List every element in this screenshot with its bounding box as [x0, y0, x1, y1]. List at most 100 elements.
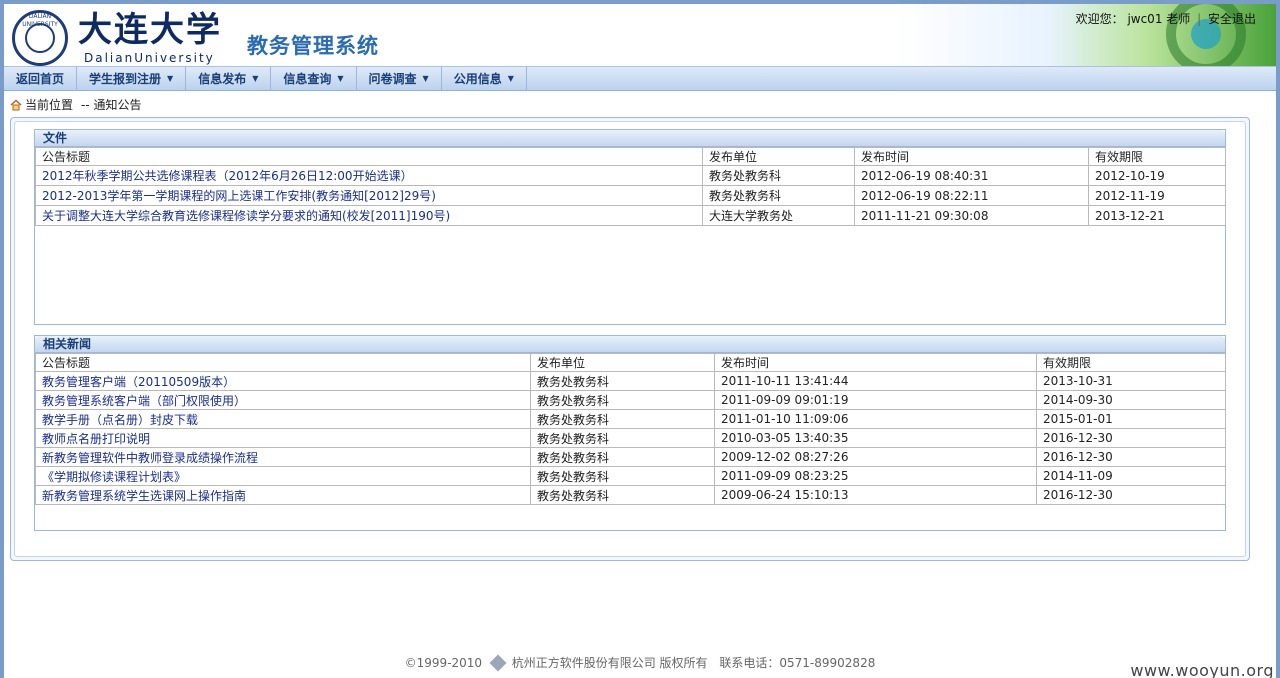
publish-time-cell: 2012-06-19 08:40:31	[854, 165, 1089, 186]
expiry-cell: 2012-11-19	[1088, 185, 1226, 206]
table-row: 教务管理系统客户端（部门权限使用） 教务处教务科 2011-09-09 09:01:…	[35, 390, 1226, 410]
publisher-cell: 教务处教务科	[530, 390, 715, 410]
nav-item-label: 问卷调查	[368, 72, 417, 86]
table-row: 新教务管理系统学生选课网上操作指南 教务处教务科 2009-06-24 15:10:…	[35, 485, 1226, 505]
expiry-cell: 2013-10-31	[1036, 371, 1226, 391]
files-section: 文件 公告标题 发布单位 发布时间 有效期限 2012年秋季学期公共选修课程表（201…	[34, 129, 1226, 325]
company-logo-icon	[489, 654, 507, 672]
footer-copyright: ©1999-2010	[404, 656, 483, 670]
publish-time-cell: 2011-09-09 09:01:19	[714, 390, 1037, 410]
table-row: 关于调整大连大学综合教育选修课程修读学分要求的通知(校发[2011]190号) 大…	[35, 205, 1226, 226]
publish-time-cell: 2011-10-11 13:41:44	[714, 371, 1037, 391]
notice-title-link[interactable]: 关于调整大连大学综合教育选修课程修读学分要求的通知(校发[2011]190号)	[35, 205, 703, 226]
university-name-en: DalianUniversity	[84, 51, 215, 65]
publisher-cell: 教务处教务科	[702, 185, 855, 206]
publisher-cell: 教务处教务科	[530, 371, 715, 391]
publisher-cell: 教务处教务科	[530, 409, 715, 429]
notice-title-link[interactable]: 教师点名册打印说明	[35, 428, 531, 448]
files-table: 公告标题 发布单位 发布时间 有效期限 2012年秋季学期公共选修课程表（2012年6…	[35, 147, 1226, 226]
table-row: 《学期拟修读课程计划表》 教务处教务科 2011-09-09 08:23:25 201…	[35, 466, 1226, 486]
publisher-cell: 教务处教务科	[530, 447, 715, 467]
content-panel: 文件 公告标题 发布单位 发布时间 有效期限 2012年秋季学期公共选修课程表（201…	[10, 117, 1250, 561]
news-column-header: 有效期限	[1036, 353, 1226, 372]
nav-item-0[interactable]: 返回首页	[4, 67, 78, 91]
publish-time-cell: 2011-11-21 09:30:08	[854, 205, 1089, 226]
nav-item-label: 学生报到注册	[89, 72, 162, 86]
nav-item-3[interactable]: 信息查询 ▼	[271, 67, 357, 91]
logout-link[interactable]: 安全退出	[1208, 12, 1256, 26]
table-row: 2012-2013学年第一学期课程的网上选课工作安排(教务通知[2012]29号…	[35, 185, 1226, 206]
breadcrumb: 当前位置 -- 通知公告	[10, 96, 142, 114]
publish-time-cell: 2012-06-19 08:22:11	[854, 185, 1089, 206]
news-section-title: 相关新闻	[35, 336, 1225, 353]
notice-title-link[interactable]: 新教务管理软件中教师登录成绩操作流程	[35, 447, 531, 467]
notice-title-link[interactable]: 2012-2013学年第一学期课程的网上选课工作安排(教务通知[2012]29号…	[35, 185, 703, 206]
table-row: 教学手册（点名册）封皮下载 教务处教务科 2011-01-10 11:09:06 20…	[35, 409, 1226, 429]
expiry-cell: 2013-12-21	[1088, 205, 1226, 226]
header: DALIAN UNIVERSITY 大连大学 DalianUniversity …	[4, 4, 1276, 66]
files-column-header: 公告标题	[35, 147, 703, 166]
publisher-cell: 大连大学教务处	[702, 205, 855, 226]
publisher-cell: 教务处教务科	[530, 485, 715, 505]
home-icon	[10, 99, 22, 111]
expiry-cell: 2015-01-01	[1036, 409, 1226, 429]
expiry-cell: 2016-12-30	[1036, 485, 1226, 505]
publish-time-cell: 2011-09-09 08:23:25	[714, 466, 1037, 486]
breadcrumb-path: -- 通知公告	[81, 98, 142, 112]
chevron-down-icon: ▼	[252, 74, 259, 83]
news-column-header: 公告标题	[35, 353, 531, 372]
notice-title-link[interactable]: 《学期拟修读课程计划表》	[35, 466, 531, 486]
footer-phone: 联系电话：0571-89902828	[719, 656, 876, 670]
expiry-cell: 2014-11-09	[1036, 466, 1226, 486]
expiry-cell: 2016-12-30	[1036, 428, 1226, 448]
system-title: 教务管理系统	[247, 34, 379, 58]
breadcrumb-label: 当前位置	[25, 98, 74, 112]
expiry-cell: 2012-10-19	[1088, 165, 1226, 186]
publisher-cell: 教务处教务科	[530, 428, 715, 448]
chevron-down-icon: ▼	[422, 74, 429, 83]
main-nav: 返回首页 学生报到注册 ▼ 信息发布 ▼ 信息查询 ▼ 问卷调查 ▼ 公用信息 ▼	[4, 66, 1276, 91]
university-seal-logo: DALIAN UNIVERSITY	[12, 10, 68, 66]
welcome-label: 欢迎您：	[1075, 12, 1124, 26]
files-column-header: 有效期限	[1088, 147, 1226, 166]
footer: ©1999-2010 杭州正方软件股份有限公司 版权所有 联系电话：0571-8…	[4, 654, 1276, 672]
publisher-cell: 教务处教务科	[530, 466, 715, 486]
publish-time-cell: 2009-12-02 08:27:26	[714, 447, 1037, 467]
chevron-down-icon: ▼	[167, 74, 174, 83]
table-row: 2012年秋季学期公共选修课程表（2012年6月26日12:00开始选课） 教务处…	[35, 165, 1226, 186]
news-section: 相关新闻 公告标题 发布单位 发布时间 有效期限 教务管理客户端（20110509版本…	[34, 335, 1226, 531]
files-column-header: 发布单位	[702, 147, 855, 166]
chevron-down-icon: ▼	[337, 74, 344, 83]
userbar-separator: |	[1197, 12, 1202, 26]
files-column-header: 发布时间	[854, 147, 1089, 166]
publish-time-cell: 2011-01-10 11:09:06	[714, 409, 1037, 429]
notice-title-link[interactable]: 新教务管理系统学生选课网上操作指南	[35, 485, 531, 505]
expiry-cell: 2014-09-30	[1036, 390, 1226, 410]
news-column-header: 发布时间	[714, 353, 1037, 372]
chevron-down-icon: ▼	[507, 74, 514, 83]
publish-time-cell: 2010-03-05 13:40:35	[714, 428, 1037, 448]
nav-item-4[interactable]: 问卷调查 ▼	[357, 67, 442, 91]
news-table: 公告标题 发布单位 发布时间 有效期限 教务管理客户端（20110509版本） 教务处教…	[35, 353, 1226, 505]
expiry-cell: 2016-12-30	[1036, 447, 1226, 467]
notice-title-link[interactable]: 教学手册（点名册）封皮下载	[35, 409, 531, 429]
watermark: www.wooyun.org	[1130, 661, 1274, 678]
footer-company: 杭州正方软件股份有限公司 版权所有	[511, 656, 708, 670]
nav-item-label: 信息发布	[198, 72, 247, 86]
table-row: 新教务管理软件中教师登录成绩操作流程 教务处教务科 2009-12-02 08:27…	[35, 447, 1226, 467]
nav-item-label: 返回首页	[16, 72, 65, 86]
news-column-header: 发布单位	[530, 353, 715, 372]
nav-item-2[interactable]: 信息发布 ▼	[186, 67, 272, 91]
publisher-cell: 教务处教务科	[702, 165, 855, 186]
publish-time-cell: 2009-06-24 15:10:13	[714, 485, 1037, 505]
nav-item-1[interactable]: 学生报到注册 ▼	[77, 67, 187, 91]
user-name: jwc01 老师	[1127, 12, 1191, 26]
nav-item-label: 公用信息	[453, 72, 502, 86]
nav-item-label: 信息查询	[283, 72, 332, 86]
nav-item-5[interactable]: 公用信息 ▼	[442, 67, 527, 91]
notice-title-link[interactable]: 教务管理客户端（20110509版本）	[35, 371, 531, 391]
notice-title-link[interactable]: 2012年秋季学期公共选修课程表（2012年6月26日12:00开始选课）	[35, 165, 703, 186]
user-bar: 欢迎您： jwc01 老师 | 安全退出	[1076, 10, 1256, 27]
table-row: 教师点名册打印说明 教务处教务科 2010-03-05 13:40:35 2016-1…	[35, 428, 1226, 448]
notice-title-link[interactable]: 教务管理系统客户端（部门权限使用）	[35, 390, 531, 410]
